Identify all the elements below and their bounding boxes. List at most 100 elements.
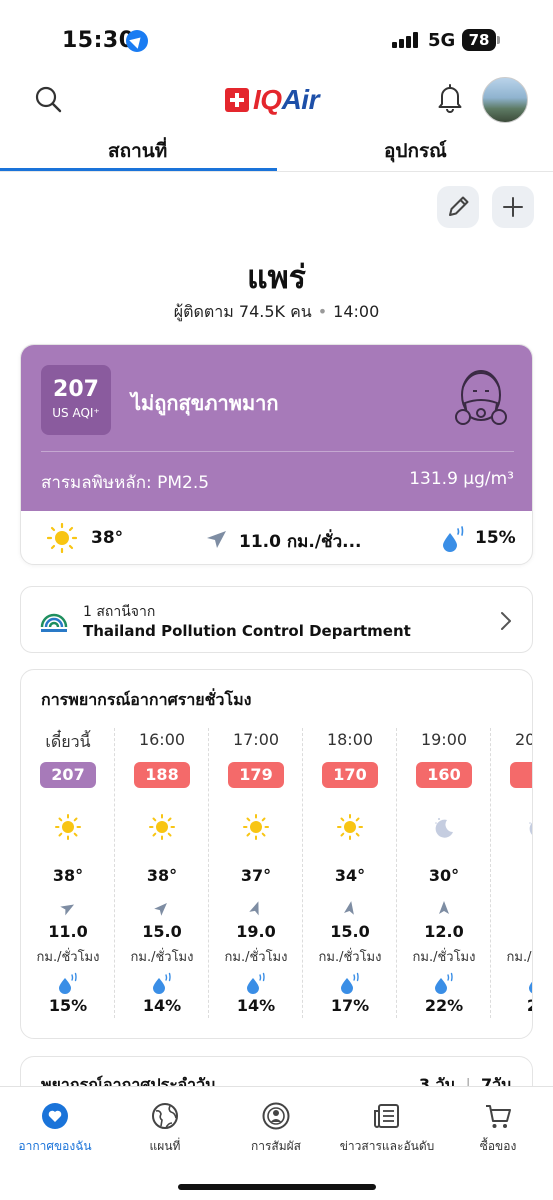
status-time: 15:30 (62, 28, 135, 53)
hour-time: 17:00 (232, 730, 280, 749)
nav-map[interactable]: แผนที่ (110, 1101, 220, 1156)
hour-humidity: 17% (330, 996, 370, 1015)
edit-button[interactable] (437, 186, 479, 228)
hour-temperature: 34° (334, 866, 366, 885)
hourly-forecast-title: การพยากรณ์อากาศรายชั่วโมง (41, 690, 252, 709)
hour-time: 18:00 (326, 730, 374, 749)
aqi-card[interactable]: 207 US AQI⁺ ไม่ถูกสุขภาพมาก สารมลพิษหลัก… (20, 344, 533, 565)
hour-wind-unit: กม./ชั่วโมง (36, 950, 100, 965)
hourly-item: 19:00 160 30° 12.0 กม./ชั่วโมง 22% (397, 726, 491, 1026)
hour-temperature: 38° (52, 866, 84, 885)
gas-mask-face-icon (455, 370, 507, 425)
nav-news-rankings[interactable]: ข่าวสารและอันดับ (332, 1101, 442, 1156)
main-pollutant: สารมลพิษหลัก: PM2.5 (41, 473, 210, 493)
plus-icon (503, 197, 523, 217)
avatar[interactable] (482, 77, 528, 123)
bottom-nav: อากาศของฉัน แผนที่ การสัมผัส ข่าวสารและอ… (0, 1086, 553, 1200)
followers-count: ผู้ติดตาม 74.5K คน (173, 302, 312, 321)
nav-label: ซื้อของ (479, 1139, 517, 1153)
wind-direction-icon (154, 903, 167, 916)
aqi-status: ไม่ถูกสุขภาพมาก (131, 391, 279, 415)
aqi-divider (41, 451, 514, 452)
hour-wind-unit: กม./ชั่วโมง (224, 950, 288, 965)
newspaper-icon (374, 1104, 399, 1128)
hourly-item: 18:00 170 34° 15.0 กม./ชั่วโมง 17% (303, 726, 397, 1026)
logo-text: IQAir (253, 84, 319, 115)
hour-temperature: 2 (491, 866, 532, 885)
hourly-item: 17:00 179 37° 19.0 กม./ชั่วโมง 14% (209, 726, 303, 1026)
tab-locations[interactable]: สถานที่ (108, 136, 167, 166)
sun-icon (243, 814, 269, 840)
sun-icon (47, 523, 77, 553)
hour-temperature: 38° (146, 866, 178, 885)
wind-direction-icon (207, 531, 226, 548)
current-humidity: 15% (475, 528, 516, 548)
update-time: 14:00 (333, 302, 380, 321)
heart-location-icon (42, 1103, 68, 1129)
humidity-icon (435, 972, 453, 994)
aqi-unit: US AQI⁺ (52, 406, 100, 420)
wind-direction-icon (439, 901, 449, 914)
nav-exposure[interactable]: การสัมผัส (221, 1101, 331, 1156)
swiss-cross-icon (225, 88, 249, 112)
current-temperature: 38° (91, 528, 124, 548)
battery-icon (497, 36, 500, 44)
active-tab-indicator (0, 168, 277, 171)
add-location-button[interactable] (492, 186, 534, 228)
cart-icon (486, 1105, 511, 1128)
current-wind: 11.0 กม./ชั่ว... (239, 532, 362, 552)
iqair-logo: IQAir (225, 84, 319, 116)
hour-wind-speed: 15.0 (330, 922, 370, 941)
globe-icon (152, 1103, 178, 1129)
hour-aqi-badge: 160 (416, 762, 472, 788)
pollutant-concentration: 131.9 µg/m³ (409, 469, 514, 489)
data-source-card[interactable]: 1 สถานีจาก Thailand Pollution Control De… (20, 586, 533, 653)
nav-shop[interactable]: ซื้อของ (443, 1101, 553, 1156)
nav-label: อากาศของฉัน (18, 1139, 92, 1153)
network-type: 5G (428, 30, 456, 51)
search-icon[interactable] (34, 85, 62, 113)
hour-wind-unit: กม./ชั่วโมง (318, 950, 382, 965)
hour-aqi-badge: 179 (228, 762, 284, 788)
sun-icon (337, 814, 363, 840)
hour-wind-speed: 1 (491, 922, 532, 941)
wind-direction-icon (344, 901, 354, 915)
humidity-icon (443, 526, 464, 552)
nav-my-air[interactable]: อากาศของฉัน (0, 1101, 110, 1156)
hour-wind-unit: กม./ชั่วโมง (506, 950, 533, 965)
nav-label: แผนที่ (149, 1139, 181, 1153)
hour-time: เดี๋ยวนี้ (45, 732, 91, 751)
current-weather-row: 38° 11.0 กม./ชั่ว... 15% (21, 511, 532, 564)
hour-aqi-badge: 1 (510, 762, 532, 788)
wind-direction-icon (530, 900, 533, 916)
sun-icon (55, 814, 81, 840)
source-name: Thailand Pollution Control Department (83, 622, 411, 640)
chevron-right-icon (501, 612, 511, 630)
signal-icon (392, 32, 422, 48)
hourly-item: เดี๋ยวนี้ 207 38° 11.0 กม./ชั่วโมง 15% (21, 726, 115, 1026)
moon-icon (435, 818, 453, 838)
exposure-person-icon (262, 1102, 290, 1130)
app-header: IQAir (0, 70, 553, 130)
hourly-forecast-card[interactable]: การพยากรณ์อากาศรายชั่วโมง เดี๋ยวนี้ 207 38… (20, 669, 533, 1039)
hour-wind-speed: 12.0 (424, 922, 464, 941)
separator-dot: • (317, 302, 328, 321)
hour-humidity: 15% (48, 996, 88, 1015)
nav-label: การสัมผัส (250, 1139, 302, 1153)
location-tabs: สถานที่ อุปกรณ์ (0, 130, 553, 172)
humidity-icon (59, 972, 77, 994)
location-arrow-icon (126, 30, 148, 52)
aqi-badge: 207 US AQI⁺ (41, 365, 111, 435)
hour-humidity: 14% (236, 996, 276, 1015)
pencil-icon (449, 196, 469, 216)
nav-label: ข่าวสารและอันดับ (339, 1139, 435, 1153)
humidity-icon (529, 981, 532, 994)
humidity-icon (341, 972, 359, 994)
home-indicator (178, 1184, 376, 1190)
tab-devices[interactable]: อุปกรณ์ (384, 136, 447, 166)
pcd-logo-icon (40, 613, 68, 632)
moon-icon (529, 822, 532, 835)
bell-icon[interactable] (436, 83, 464, 113)
aqi-card-header: 207 US AQI⁺ ไม่ถูกสุขภาพมาก สารมลพิษหลัก… (21, 345, 532, 511)
hour-wind-unit: กม./ชั่วโมง (412, 950, 476, 965)
